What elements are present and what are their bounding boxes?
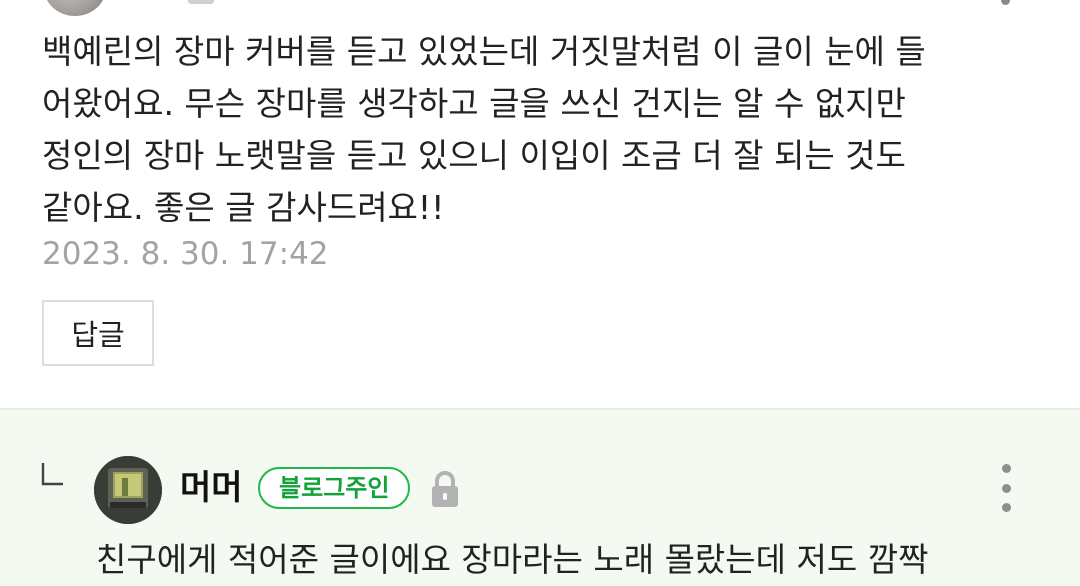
- comment-date: 2023. 8. 30. 17:42: [42, 236, 329, 272]
- comment-line: 정인의 장마 노랫말을 듣고 있으니 이입이 조금 더 잘 되는 것도: [42, 136, 906, 175]
- comment-more-icon[interactable]: [1001, 0, 1010, 5]
- comment-line: 같아요. 좋은 글 감사드려요!!: [42, 188, 445, 227]
- commenter-badge-icon: [188, 0, 214, 4]
- avatar[interactable]: [94, 456, 162, 524]
- more-dot: [1001, 464, 1011, 473]
- reply-author[interactable]: 머머: [180, 466, 243, 510]
- reply-button[interactable]: 답글: [42, 300, 154, 366]
- comment-line: 어왔어요. 무슨 장마를 생각하고 글을 쓰신 건지는 알 수 없지만: [42, 84, 906, 123]
- reply-indent-icon: [41, 463, 63, 486]
- avatar-image: [94, 456, 162, 524]
- lock-icon: [432, 471, 458, 507]
- reply-body: 친구에게 적어준 글이에요 장마라는 노래 몰랐는데 저도 깜짝: [96, 540, 929, 579]
- owner-reply: 머머 블로그주인 친구에게 적어준 글이에요 장마라는 노래 몰랐는데 저도 깜…: [0, 408, 1080, 586]
- more-dot: [1001, 503, 1011, 512]
- blog-owner-badge: 블로그주인: [258, 467, 411, 509]
- comment-body: 백예린의 장마 커버를 듣고 있었는데 거짓말처럼 이 글이 눈에 들어왔어요.…: [42, 26, 1042, 234]
- more-vertical-icon[interactable]: [990, 464, 1022, 512]
- commenter-avatar[interactable]: [44, 0, 106, 16]
- more-dot: [1001, 483, 1011, 493]
- comment-line: 백예린의 장마 커버를 듣고 있었는데 거짓말처럼 이 글이 눈에 들: [42, 32, 926, 71]
